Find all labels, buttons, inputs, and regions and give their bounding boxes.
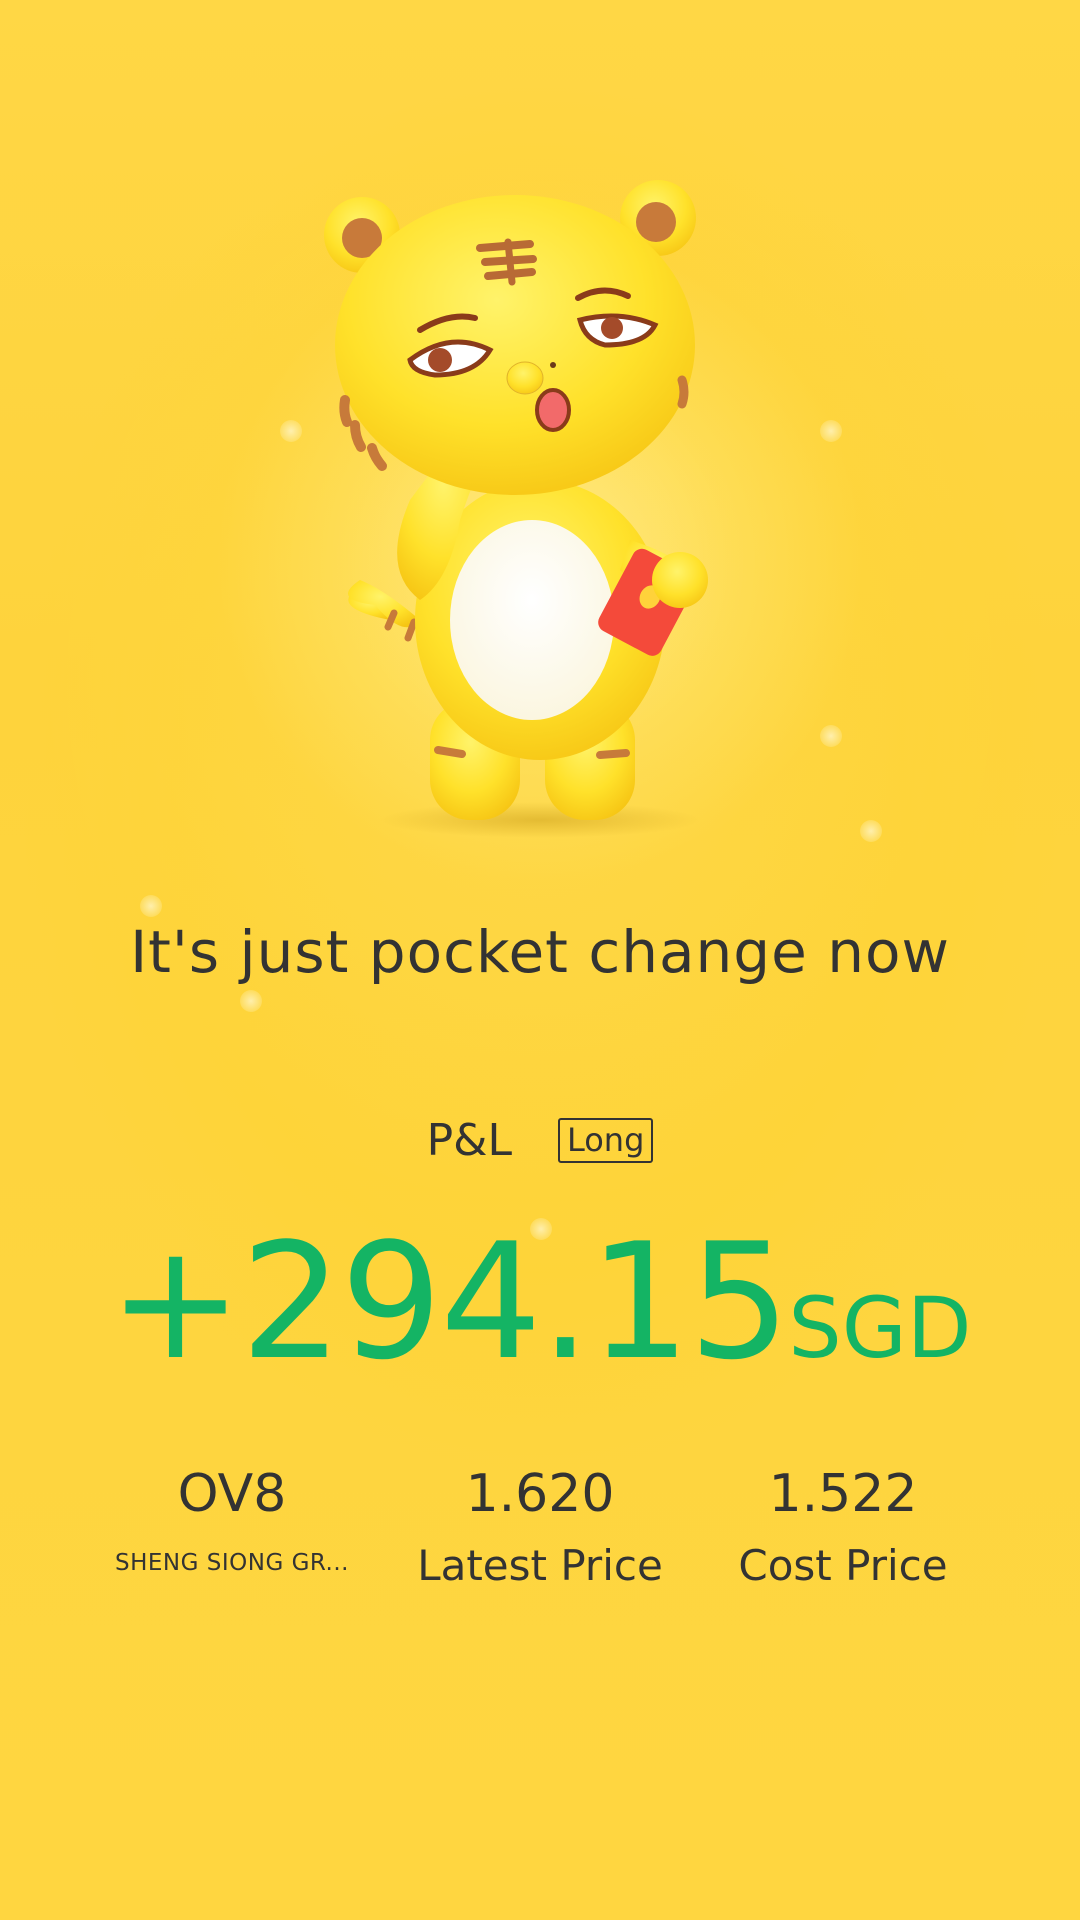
pl-row: P&L Long	[0, 1115, 1080, 1166]
headline-text: It's just pocket change now	[130, 918, 950, 986]
pnl-amount: +294.15SGD	[0, 1208, 1080, 1395]
position-badge: Long	[557, 1118, 654, 1163]
stat-latest-price: 1.620 Latest Price	[380, 1462, 700, 1592]
sparkle	[240, 990, 262, 1012]
sparkle	[280, 420, 302, 442]
stock-symbol: OV8	[177, 1464, 287, 1524]
sparkle	[140, 895, 162, 917]
stat-cost-price: 1.522 Cost Price	[683, 1462, 1003, 1592]
pl-label: P&L	[426, 1115, 512, 1166]
pnl-currency: SGD	[788, 1279, 972, 1377]
sparkle	[820, 420, 842, 442]
latest-price-label: Latest Price	[417, 1541, 663, 1590]
tiger-mascot-icon	[324, 180, 708, 838]
cost-price-value: 1.522	[768, 1464, 918, 1524]
pnl-value: +294.15	[108, 1208, 791, 1395]
cost-price-label: Cost Price	[738, 1541, 948, 1590]
stat-symbol: OV8 SHENG SIONG GR...	[72, 1462, 392, 1580]
sparkle	[820, 725, 842, 747]
stock-name: SHENG SIONG GR...	[114, 1550, 349, 1576]
latest-price-value: 1.620	[465, 1464, 615, 1524]
share-card-screen: It's just pocket change now P&L Long +29…	[0, 0, 1080, 1920]
sparkle	[860, 820, 882, 842]
